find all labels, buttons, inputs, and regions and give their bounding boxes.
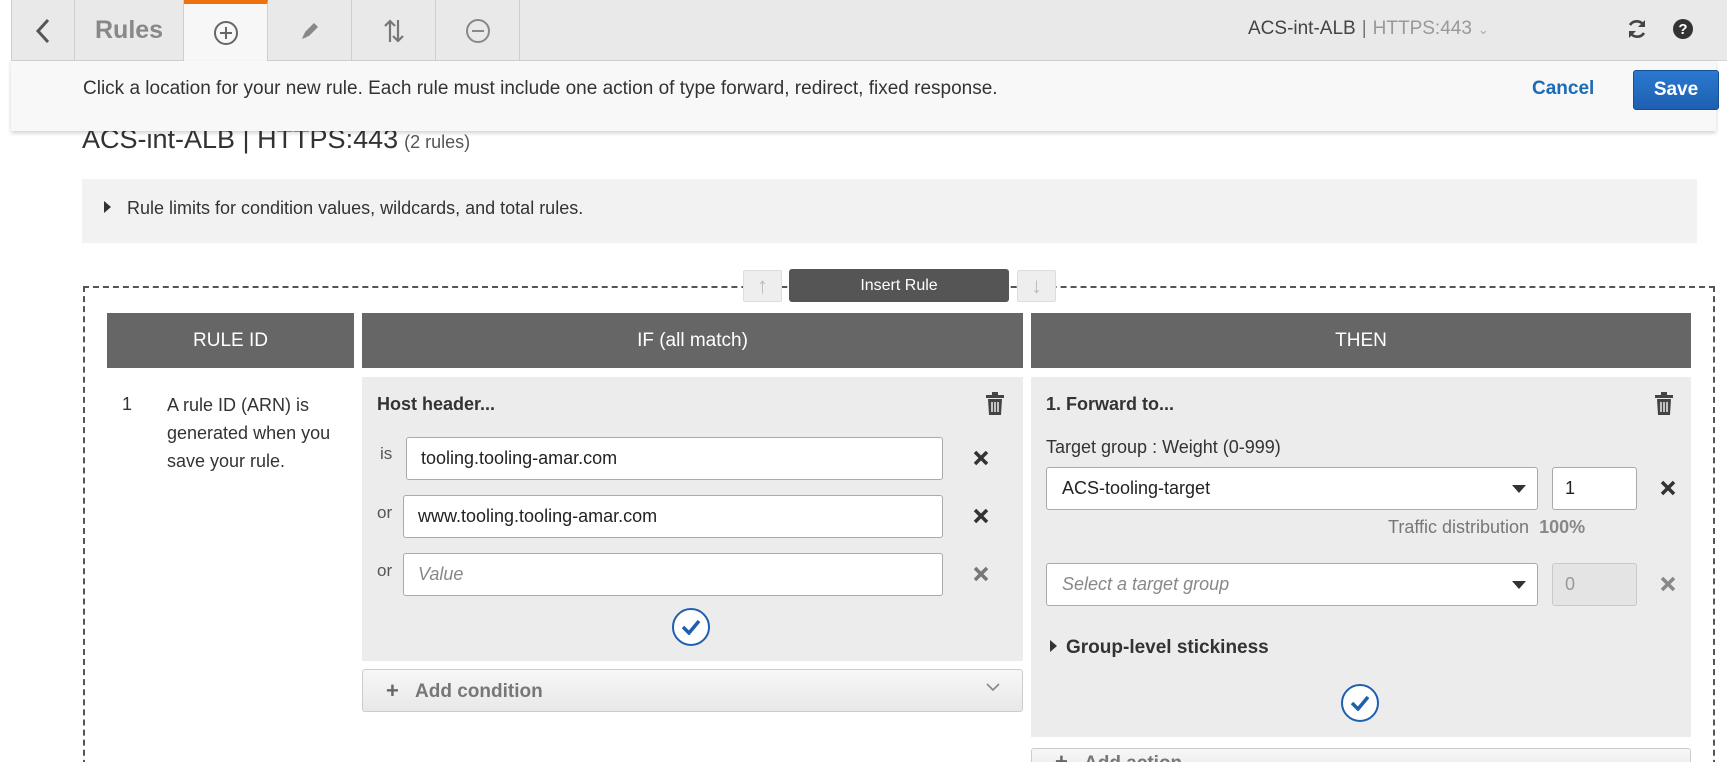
target-group-value: ACS-tooling-target — [1062, 478, 1211, 498]
remove-value-button[interactable] — [972, 565, 992, 585]
cancel-button[interactable]: Cancel — [1532, 78, 1594, 100]
weight-input[interactable]: 1 — [1552, 467, 1637, 510]
traffic-distribution-label: Traffic distribution — [1388, 517, 1530, 537]
condition-panel: Host header... is tooling.tooling-amar.c… — [362, 377, 1023, 661]
operator-label: or — [377, 561, 393, 580]
insert-rule-label: Insert Rule — [789, 269, 1009, 302]
operator-label: is — [380, 444, 393, 463]
condition-title: Host header... — [377, 394, 496, 414]
target-group-label: Target group : Weight (0-999) — [1046, 437, 1281, 457]
remove-target-button — [1659, 575, 1679, 595]
rule-limits-label: Rule limits for condition values, wildca… — [127, 198, 584, 218]
remove-target-button[interactable] — [1659, 479, 1679, 499]
load-balancer-name: ACS-int-ALB — [1248, 18, 1356, 39]
arrow-up-icon: ↑ — [757, 273, 768, 298]
edit-rules-tab[interactable] — [268, 0, 352, 61]
rule-count: (2 rules) — [404, 132, 471, 152]
add-action-label: Add action — [1084, 753, 1182, 762]
trash-icon — [986, 392, 1004, 415]
banner-message: Click a location for your new rule. Each… — [83, 78, 998, 99]
listener-name: HTTPS:443 — [1372, 18, 1472, 39]
action-panel: 1. Forward to... Target group : Weight (… — [1031, 377, 1691, 737]
rule-number: 1 — [122, 394, 133, 414]
column-header-if: IF (all match) — [362, 313, 1023, 368]
reorder-arrows-icon — [383, 18, 404, 43]
traffic-distribution: Traffic distribution 100% — [1388, 517, 1585, 538]
confirm-action-button[interactable] — [1341, 684, 1379, 722]
refresh-button[interactable] — [1620, 14, 1654, 44]
chevron-down-icon: ⌄ — [1477, 22, 1489, 37]
chevron-left-icon — [35, 18, 50, 43]
add-condition-button[interactable]: + Add condition — [362, 669, 1023, 712]
column-header-then: THEN — [1031, 313, 1691, 368]
add-action-button[interactable]: + Add action — [1031, 748, 1691, 762]
rule-limits-expander[interactable]: Rule limits for condition values, wildca… — [82, 179, 1697, 243]
delete-rules-tab[interactable] — [436, 0, 520, 61]
listener-selector[interactable]: ACS-int-ALB | HTTPS:443 ⌄ — [1248, 18, 1489, 40]
toolbar-title: Rules — [75, 0, 184, 61]
move-down-button: ↓ — [1017, 270, 1056, 302]
add-condition-label: Add condition — [415, 681, 543, 702]
confirm-condition-button[interactable] — [672, 608, 710, 646]
action-title: 1. Forward to... — [1046, 394, 1175, 414]
caret-down-icon — [1512, 485, 1526, 493]
toolbar-gap — [0, 0, 11, 61]
plus-circle-icon — [213, 20, 238, 45]
target-group-placeholder: Select a target group — [1062, 574, 1230, 594]
move-up-button: ↑ — [743, 270, 782, 302]
operator-label: or — [377, 503, 393, 522]
help-icon: ? — [1673, 19, 1693, 39]
host-value-input[interactable]: tooling.tooling-amar.com — [406, 437, 943, 480]
reorder-rules-tab[interactable] — [352, 0, 436, 61]
close-icon — [973, 450, 989, 466]
column-header-rule-id: RULE ID — [107, 313, 354, 368]
close-icon — [973, 508, 989, 524]
plus-icon: + — [386, 678, 399, 703]
rule-id-note: A rule ID (ARN) is generated when you sa… — [167, 395, 331, 471]
plus-icon: + — [1055, 749, 1068, 762]
delete-action-button[interactable] — [1653, 392, 1675, 416]
svg-text:?: ? — [1678, 21, 1687, 38]
rules-toolbar: Rules ACS-int-ALB | HTTPS:443 ⌄ ? — [0, 0, 1727, 61]
close-icon — [973, 566, 989, 582]
delete-condition-button[interactable] — [984, 392, 1006, 416]
close-icon — [1660, 480, 1676, 496]
pencil-icon — [301, 22, 318, 39]
add-rules-tab[interactable] — [184, 0, 268, 61]
weight-input-disabled: 0 — [1552, 563, 1637, 606]
refresh-icon — [1628, 20, 1646, 38]
close-icon — [1660, 576, 1676, 592]
trash-icon — [1655, 392, 1673, 415]
help-button[interactable]: ? — [1666, 14, 1700, 44]
caret-down-icon — [1512, 581, 1526, 589]
checkmark-icon — [1350, 695, 1370, 711]
save-button[interactable]: Save — [1633, 70, 1719, 110]
chevron-down-icon — [986, 683, 1000, 692]
target-group-select-empty[interactable]: Select a target group — [1046, 563, 1538, 606]
caret-right-icon — [1050, 640, 1057, 652]
caret-right-icon — [104, 201, 111, 213]
host-value-input-empty[interactable]: Value — [403, 553, 943, 596]
target-group-select[interactable]: ACS-tooling-target — [1046, 467, 1538, 510]
checkmark-icon — [681, 619, 701, 635]
selector-separator: | — [1361, 18, 1367, 39]
minus-circle-icon — [465, 18, 490, 43]
arrow-down-icon: ↓ — [1031, 273, 1042, 298]
traffic-distribution-value: 100% — [1539, 517, 1586, 537]
back-button[interactable] — [11, 0, 75, 61]
remove-value-button[interactable] — [972, 507, 992, 527]
instruction-banner: Click a location for your new rule. Each… — [11, 61, 1719, 131]
host-value-input[interactable]: www.tooling.tooling-amar.com — [403, 495, 943, 538]
remove-value-button[interactable] — [972, 449, 992, 469]
group-stickiness-expander[interactable]: Group-level stickiness — [1066, 637, 1269, 659]
